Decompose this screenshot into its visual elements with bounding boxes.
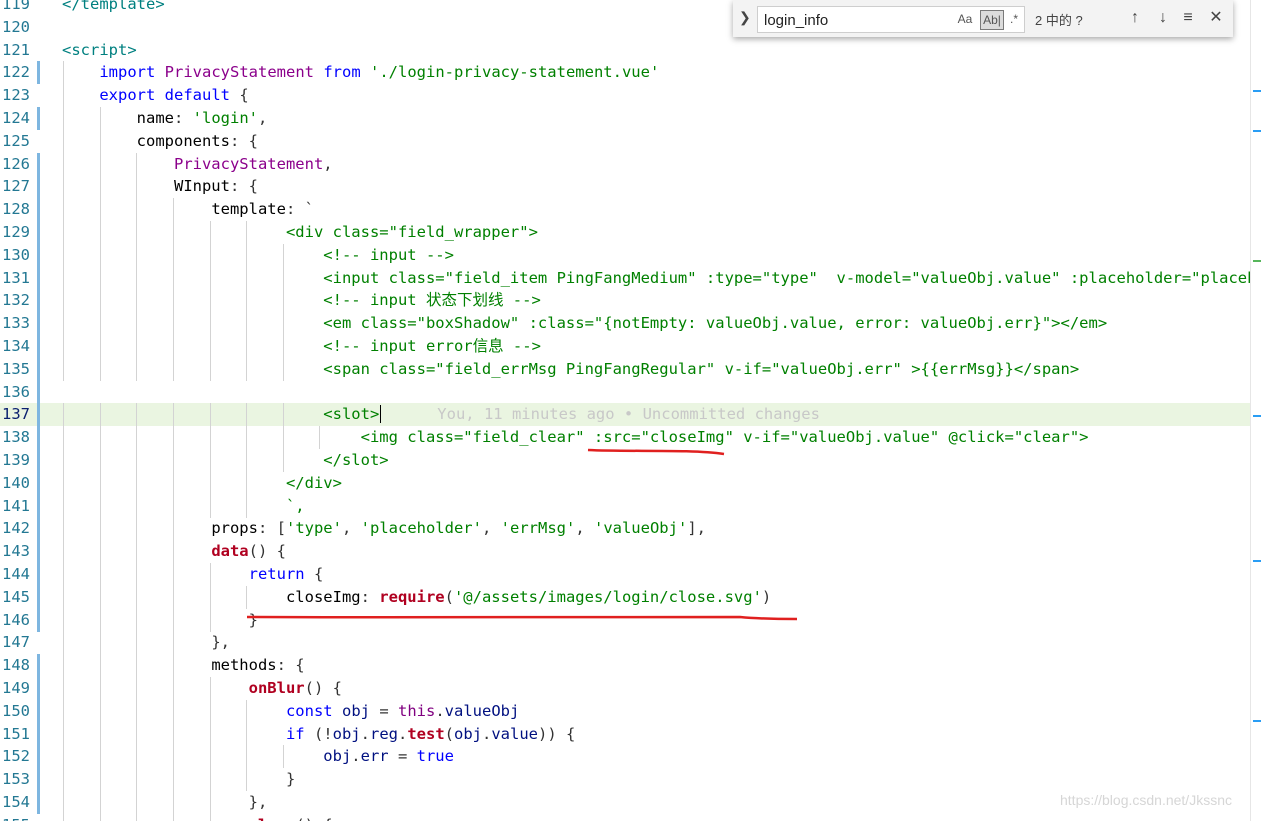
vertical-scrollbar[interactable] <box>1250 0 1263 821</box>
scrollbar-change-marker <box>1253 90 1261 92</box>
watermark: https://blog.csdn.net/Jkssnc <box>1060 792 1232 808</box>
scrollbar-change-marker <box>1253 415 1261 417</box>
scrollbar-change-marker <box>1253 260 1261 262</box>
red-underline-require <box>246 615 798 621</box>
red-underline-src <box>587 448 725 456</box>
scrollbar-change-marker <box>1253 560 1261 562</box>
scrollbar-change-marker <box>1253 720 1261 722</box>
annotation-layer <box>246 448 798 621</box>
scrollbar-change-marker <box>1253 130 1261 132</box>
